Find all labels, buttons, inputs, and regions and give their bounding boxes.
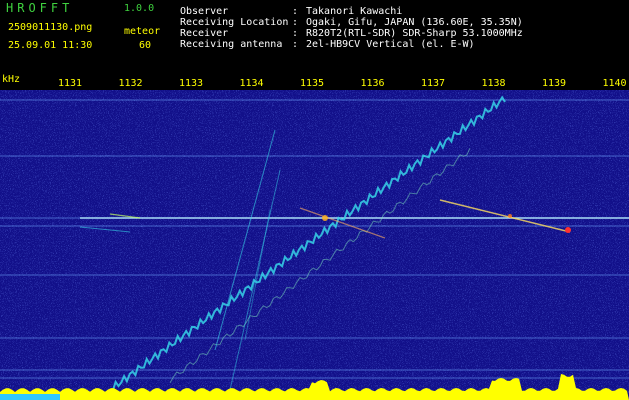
x-tick-label: 1132 — [118, 78, 143, 89]
app-logo: HROFFT — [6, 1, 74, 15]
x-tick-label: 1138 — [481, 78, 506, 89]
x-tick-label: 1137 — [420, 78, 446, 89]
spectrogram-noise — [0, 90, 629, 400]
x-tick-label: 1136 — [360, 78, 385, 89]
hot-spot — [508, 214, 512, 218]
x-tick-label: 1134 — [239, 78, 264, 89]
x-tick-label: 1139 — [541, 78, 567, 89]
level-strip-left — [0, 394, 60, 400]
station-label-antenna: Receiving antenna — [180, 39, 283, 50]
mode-label: meteor — [124, 26, 161, 37]
file-name: 2509011130.png — [8, 22, 93, 33]
hot-spot — [322, 215, 328, 221]
app-version: 1.0.0 — [124, 3, 155, 14]
unit-label: kHz — [2, 74, 21, 85]
hot-spot — [565, 227, 571, 233]
x-tick-label: 1133 — [178, 78, 204, 89]
header-panel: HROFFT 1.0.0 2509011130.png meteor 25.09… — [0, 0, 629, 70]
mode-value: 60 — [139, 40, 152, 51]
datetime-label: 25.09.01 11:30 — [8, 40, 93, 51]
x-tick-label: 1140 — [602, 78, 627, 89]
x-tick-label: 1131 — [57, 78, 83, 89]
spectrogram — [0, 90, 629, 400]
x-tick-label: 1135 — [299, 78, 325, 89]
station-value-antenna: 2el-HB9CV Vertical (el. E-W) — [306, 39, 475, 50]
station-sep-3: : — [292, 39, 299, 50]
